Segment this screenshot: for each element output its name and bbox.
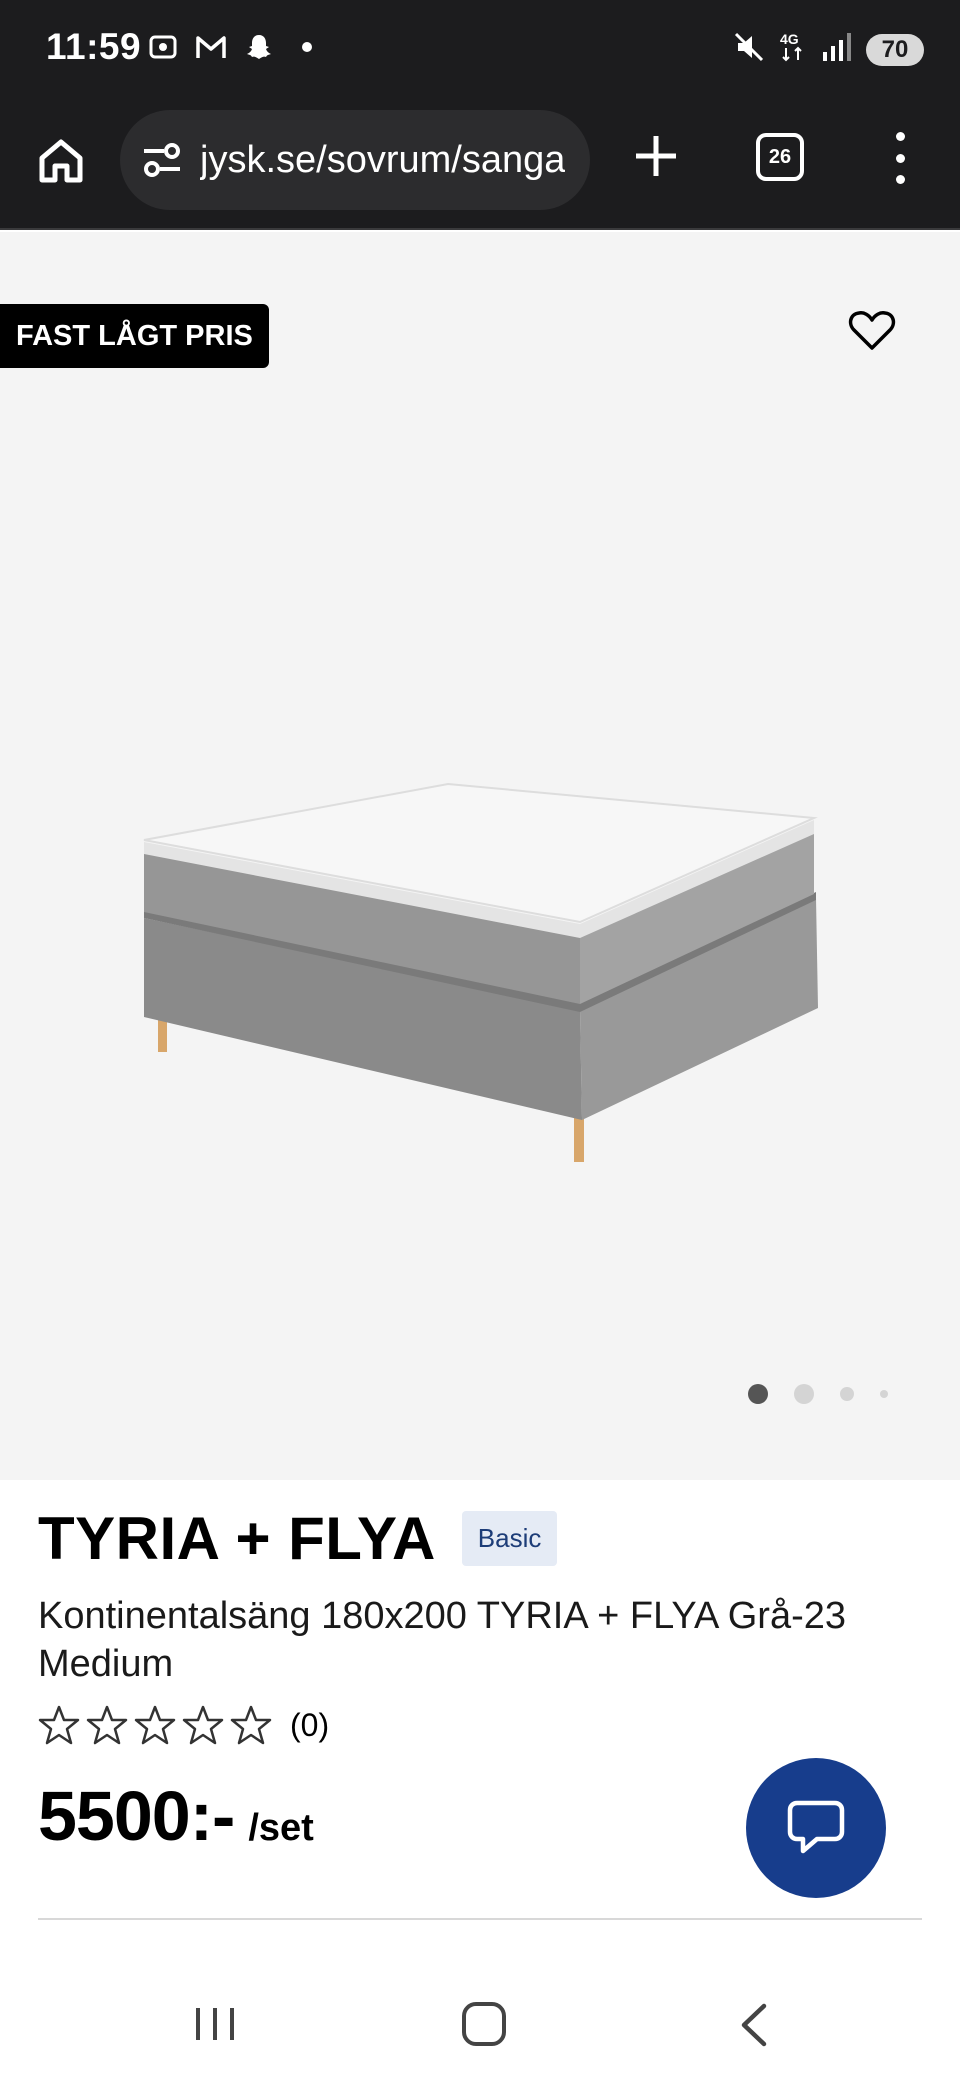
chat-button[interactable]	[746, 1758, 886, 1898]
bed-image	[143, 782, 818, 1162]
home-button[interactable]	[30, 130, 92, 192]
address-bar[interactable]: jysk.se/sovrum/sanga	[120, 110, 590, 210]
signal-icon	[820, 30, 854, 69]
mute-icon	[732, 30, 766, 69]
star-empty-icon	[134, 1705, 176, 1745]
back-icon[interactable]	[736, 2002, 770, 2048]
status-right-icons: 4G 70	[732, 30, 924, 69]
chat-bubble-icon	[787, 1800, 845, 1854]
gmail-icon	[194, 30, 228, 64]
snapchat-icon	[242, 30, 276, 64]
recent-apps-icon[interactable]	[192, 2004, 238, 2044]
home-icon	[39, 139, 83, 183]
favorite-button[interactable]	[846, 304, 898, 356]
product-title: TYRIA + FLYA	[38, 1505, 436, 1572]
4g-icon: 4G	[778, 30, 808, 69]
price-row: 5500:- /set	[38, 1776, 314, 1856]
system-nav-bar	[0, 1960, 960, 2080]
product-subtitle: Kontinentalsäng 180x200 TYRIA + FLYA Grå…	[38, 1595, 847, 1685]
home-nav-button[interactable]	[462, 2002, 506, 2046]
star-empty-icon	[182, 1705, 224, 1745]
carousel-dots	[748, 1384, 888, 1404]
dot-icon	[895, 153, 905, 163]
star-empty-icon	[38, 1705, 80, 1745]
divider	[38, 1918, 922, 1920]
status-bar: 11:59 4G 70	[0, 0, 960, 100]
rating-row[interactable]: (0)	[38, 1704, 329, 1746]
carousel-dot[interactable]	[794, 1384, 814, 1404]
rating-count: (0)	[290, 1706, 330, 1743]
carousel-dot[interactable]	[880, 1390, 888, 1398]
heart-icon	[848, 311, 896, 350]
status-time: 11:59	[46, 26, 142, 67]
star-empty-icon	[230, 1705, 272, 1745]
new-tab-button[interactable]	[628, 128, 684, 184]
product-price: 5500:-	[38, 1777, 235, 1855]
site-settings-icon[interactable]	[140, 138, 184, 182]
price-badge: FAST LÅGT PRIS	[0, 304, 269, 368]
battery-indicator: 70	[866, 33, 924, 66]
notification-dot-icon	[290, 30, 324, 64]
plus-icon	[636, 136, 676, 176]
dot-icon	[895, 132, 905, 141]
carousel-dot[interactable]	[840, 1387, 854, 1401]
product-tag: Basic	[461, 1511, 558, 1566]
browser-toolbar: jysk.se/sovrum/sanga 26	[0, 100, 960, 230]
price-unit: /set	[248, 1807, 314, 1849]
star-empty-icon	[86, 1705, 128, 1745]
more-menu-button[interactable]	[880, 126, 920, 190]
product-image-carousel[interactable]: FAST LÅGT PRIS	[0, 232, 960, 1480]
url-text: jysk.se/sovrum/sanga	[200, 138, 566, 181]
product-title-row: TYRIA + FLYA Basic	[38, 1504, 558, 1573]
status-left-icons	[146, 30, 324, 64]
dot-icon	[895, 175, 905, 184]
tab-switcher-button[interactable]: 26	[756, 133, 804, 181]
screenshot-icon	[146, 30, 180, 64]
network-label: 4G	[780, 31, 799, 47]
carousel-dot[interactable]	[748, 1384, 768, 1404]
